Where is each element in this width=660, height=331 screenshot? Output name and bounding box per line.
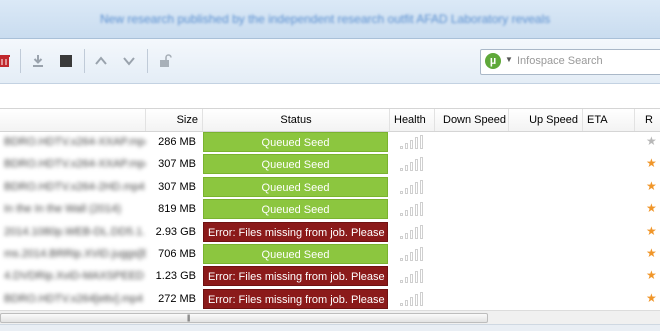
download-button[interactable] <box>28 51 48 71</box>
health-bars-icon <box>396 265 432 287</box>
torrent-size: 307 MB <box>158 158 196 171</box>
table-row[interactable]: In the In the Wall (2014) 819 MB Queued Se… <box>0 198 660 220</box>
column-header-eta[interactable]: ETA <box>583 109 635 131</box>
chevron-down-icon <box>123 57 135 66</box>
scrollbar-thumb[interactable]: ||| <box>0 313 488 323</box>
status-badge: Queued Seed <box>203 132 388 152</box>
table-row[interactable]: BDRO.HDTV.x264-XXAP.mp4 307 MB Queued Seed… <box>0 153 660 175</box>
torrent-name: BDRO.HDTV.x264-XXAP.mp4 <box>4 158 146 171</box>
search-input[interactable] <box>517 52 660 70</box>
star-icon[interactable]: ★ <box>646 292 657 304</box>
move-down-button[interactable] <box>119 51 139 71</box>
table-header: Size Status Health Down Speed Up Speed E… <box>0 108 660 132</box>
status-badge: Error: Files missing from job. Please re <box>203 288 388 309</box>
torrent-size: 819 MB <box>158 203 196 216</box>
torrent-size: 2.93 GB <box>155 225 196 238</box>
news-banner[interactable]: New research published by the independen… <box>0 0 660 39</box>
unlock-button[interactable] <box>155 51 175 71</box>
star-icon[interactable]: ★ <box>646 225 657 237</box>
trash-icon <box>0 55 10 67</box>
scrollbar-grip-icon: ||| <box>187 315 191 322</box>
torrent-name: In the In the Wall (2014) <box>4 203 121 216</box>
table-row[interactable]: 2014.1080p.WEB-DL.DD5.1.H264 2.93 GB Error… <box>0 221 660 243</box>
column-header-up-speed[interactable]: Up Speed <box>509 109 583 131</box>
search-box[interactable]: µ ▼ <box>480 49 660 75</box>
column-header-health[interactable]: Health <box>390 109 435 131</box>
health-bars-icon <box>396 176 432 198</box>
column-header-name[interactable] <box>0 109 146 131</box>
status-badge: Queued Seed <box>203 154 388 175</box>
rating-cell[interactable]: ★ <box>644 176 660 198</box>
column-header-rating[interactable]: R <box>635 109 660 131</box>
remove-button[interactable] <box>0 51 14 71</box>
table-row[interactable]: ms.2014.BRRip.XViD.juggs[ETRG] 706 MB Queu… <box>0 243 660 265</box>
health-bars-icon <box>396 243 432 265</box>
torrent-name: BDRO.HDTV.x264-XXAP.mp4 <box>4 136 146 148</box>
torrent-size: 1.23 GB <box>155 270 196 283</box>
download-icon <box>33 55 43 67</box>
star-icon[interactable]: ★ <box>646 247 657 259</box>
torrent-name: 2014.1080p.WEB-DL.DD5.1.H264 <box>4 225 146 238</box>
rating-cell[interactable]: ★ <box>644 153 660 175</box>
rating-cell[interactable]: ★ <box>644 221 660 243</box>
torrent-size: 286 MB <box>158 136 196 148</box>
torrent-size: 272 MB <box>158 292 196 305</box>
rating-cell[interactable]: ★ <box>644 243 660 265</box>
column-header-status[interactable]: Status <box>203 109 390 131</box>
status-badge: Queued Seed <box>203 199 388 220</box>
utorrent-logo-icon[interactable]: µ <box>485 53 501 69</box>
torrent-name: BDRO.HDTV.x264[ettv].mp4 <box>4 292 143 305</box>
toolbar-separator <box>20 49 21 73</box>
search-provider-dropdown-icon[interactable]: ▼ <box>505 55 513 64</box>
torrent-name: 4.DVDRip.XviD-MAXSPEED <box>4 270 144 283</box>
toolbar-spacer <box>0 84 660 108</box>
rating-cell[interactable]: ★ <box>644 288 660 310</box>
status-badge: Queued Seed <box>203 244 388 264</box>
torrent-size: 307 MB <box>158 180 196 193</box>
table-row[interactable]: BDRO.HDTV.x264-2HD.mp4 307 MB Queued Seed ★ <box>0 176 660 198</box>
health-bars-icon <box>396 198 432 220</box>
table-row[interactable]: BDRO.HDTV.x264-XXAP.mp4 286 MB Queued Seed… <box>0 131 660 153</box>
health-bars-icon <box>396 153 432 175</box>
unlock-icon <box>160 54 172 67</box>
status-badge: Error: Files missing from job. Please re <box>203 266 388 287</box>
status-badge: Error: Files missing from job. Please re <box>203 221 388 242</box>
star-icon[interactable]: ★ <box>646 157 657 169</box>
star-icon[interactable]: ★ <box>646 202 657 214</box>
chevron-up-icon <box>95 56 107 65</box>
star-icon[interactable]: ★ <box>646 269 657 281</box>
star-icon[interactable]: ★ <box>646 180 657 192</box>
stop-button[interactable] <box>56 51 76 71</box>
rating-cell[interactable]: ★ <box>644 131 660 153</box>
torrent-name: BDRO.HDTV.x264-2HD.mp4 <box>4 180 145 193</box>
star-icon[interactable]: ★ <box>646 135 657 147</box>
banner-text[interactable]: New research published by the independen… <box>100 12 550 26</box>
torrent-size: 706 MB <box>158 248 196 260</box>
table-row[interactable]: BDRO.HDTV.x264[ettv].mp4 272 MB Error: Fil… <box>0 288 660 310</box>
toolbar: µ ▼ <box>0 39 660 84</box>
horizontal-scrollbar[interactable]: ||| <box>0 310 660 325</box>
torrent-name: ms.2014.BRRip.XViD.juggs[ETRG] <box>4 248 146 260</box>
stop-icon <box>60 55 72 67</box>
rating-cell[interactable]: ★ <box>644 265 660 287</box>
rating-cell[interactable]: ★ <box>644 198 660 220</box>
health-bars-icon <box>396 288 432 310</box>
health-bars-icon <box>396 131 432 153</box>
table-row[interactable]: 4.DVDRip.XviD-MAXSPEED 1.23 GB Error: File… <box>0 265 660 287</box>
column-header-down-speed[interactable]: Down Speed <box>435 109 509 131</box>
move-up-button[interactable] <box>91 51 111 71</box>
toolbar-separator <box>147 49 148 73</box>
column-header-size[interactable]: Size <box>146 109 203 131</box>
status-badge: Queued Seed <box>203 176 388 197</box>
toolbar-separator <box>84 49 85 73</box>
health-bars-icon <box>396 221 432 243</box>
